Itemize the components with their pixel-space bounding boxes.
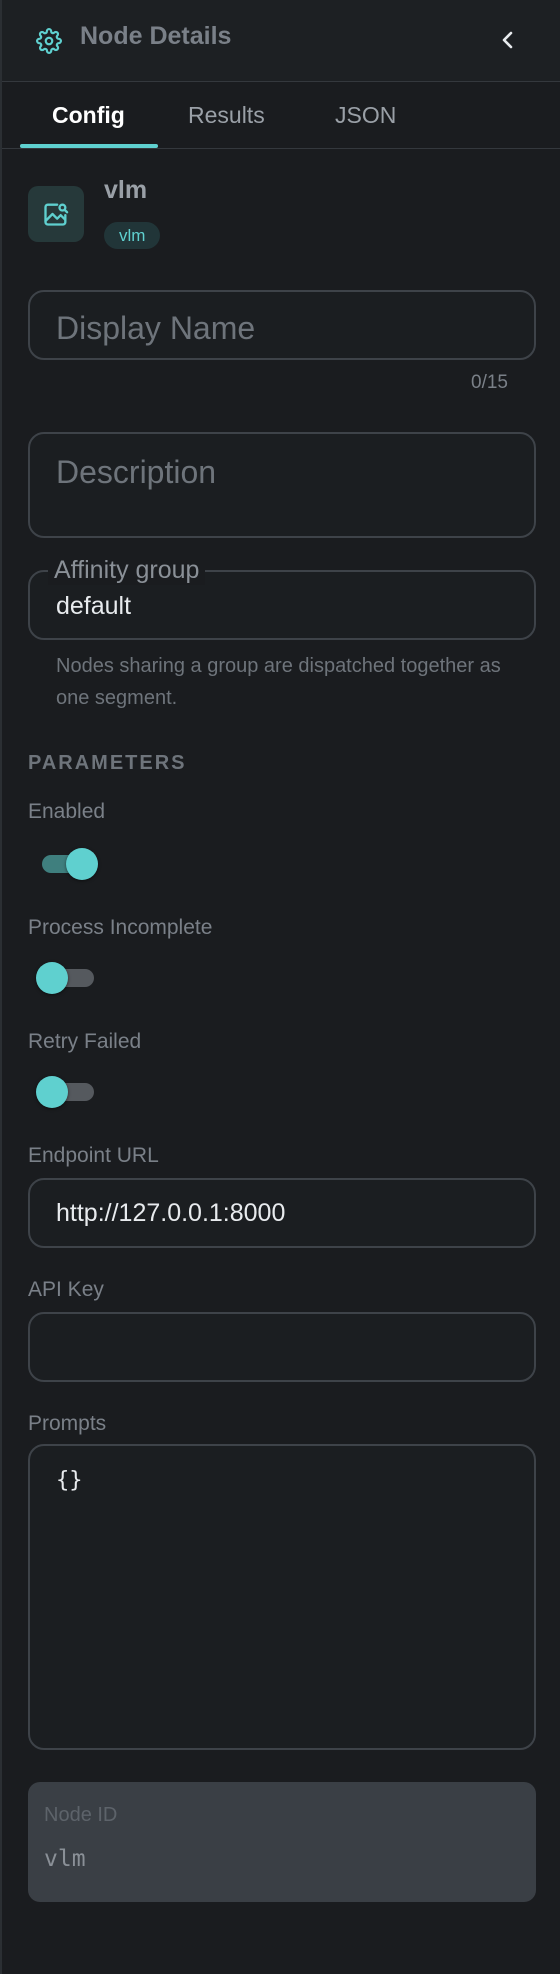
parameters-heading: PARAMETERS bbox=[28, 752, 187, 774]
retry-failed-toggle[interactable] bbox=[36, 1074, 96, 1110]
endpoint-url-input[interactable]: http://127.0.0.1:8000 bbox=[28, 1178, 536, 1248]
description-placeholder: Description bbox=[56, 454, 217, 490]
display-name-counter: 0/15 bbox=[471, 372, 508, 393]
toggle-thumb bbox=[36, 1076, 68, 1108]
image-search-icon bbox=[44, 203, 69, 226]
gear-icon bbox=[36, 28, 62, 54]
prompts-value: {} bbox=[56, 1468, 83, 1493]
toggle-thumb bbox=[36, 962, 68, 994]
node-type-icon bbox=[28, 186, 84, 242]
endpoint-url-value: http://127.0.0.1:8000 bbox=[56, 1199, 286, 1227]
tab-config[interactable]: Config bbox=[52, 102, 125, 129]
enabled-toggle[interactable] bbox=[36, 846, 98, 882]
endpoint-url-label: Endpoint URL bbox=[28, 1144, 159, 1167]
tab-json[interactable]: JSON bbox=[335, 102, 396, 129]
active-tab-indicator bbox=[20, 144, 158, 148]
prompts-textarea[interactable]: {} bbox=[28, 1444, 536, 1750]
affinity-group-field[interactable]: Affinity group default bbox=[28, 556, 536, 640]
affinity-group-label: Affinity group bbox=[48, 556, 206, 585]
node-id-box: Node ID vlm bbox=[28, 1782, 536, 1902]
panel-header: Node Details bbox=[2, 0, 560, 82]
chevron-left-icon[interactable] bbox=[498, 28, 518, 52]
node-name: vlm bbox=[104, 176, 148, 204]
api-key-input[interactable] bbox=[28, 1312, 536, 1382]
description-field[interactable]: Description bbox=[28, 432, 536, 538]
retry-failed-label: Retry Failed bbox=[28, 1030, 142, 1053]
tab-bar: Config Results JSON bbox=[2, 82, 560, 149]
display-name-placeholder: Display Name bbox=[56, 310, 256, 346]
node-id-value: vlm bbox=[44, 1846, 86, 1872]
prompts-label: Prompts bbox=[28, 1412, 107, 1435]
enabled-label: Enabled bbox=[28, 800, 106, 823]
toggle-thumb bbox=[66, 848, 98, 880]
panel-title: Node Details bbox=[80, 22, 232, 50]
affinity-helper-text: Nodes sharing a group are dispatched tog… bbox=[56, 655, 501, 709]
api-key-label: API Key bbox=[28, 1278, 104, 1301]
tab-results[interactable]: Results bbox=[188, 102, 265, 129]
affinity-group-value: default bbox=[56, 592, 132, 620]
display-name-field[interactable]: Display Name bbox=[28, 290, 536, 360]
node-id-label: Node ID bbox=[44, 1804, 118, 1826]
node-type-badge: vlm bbox=[104, 222, 161, 249]
process-incomplete-toggle[interactable] bbox=[36, 960, 96, 996]
node-details-panel: Node Details Config Results JSON vlm vlm… bbox=[0, 0, 560, 1974]
process-incomplete-label: Process Incomplete bbox=[28, 916, 213, 939]
